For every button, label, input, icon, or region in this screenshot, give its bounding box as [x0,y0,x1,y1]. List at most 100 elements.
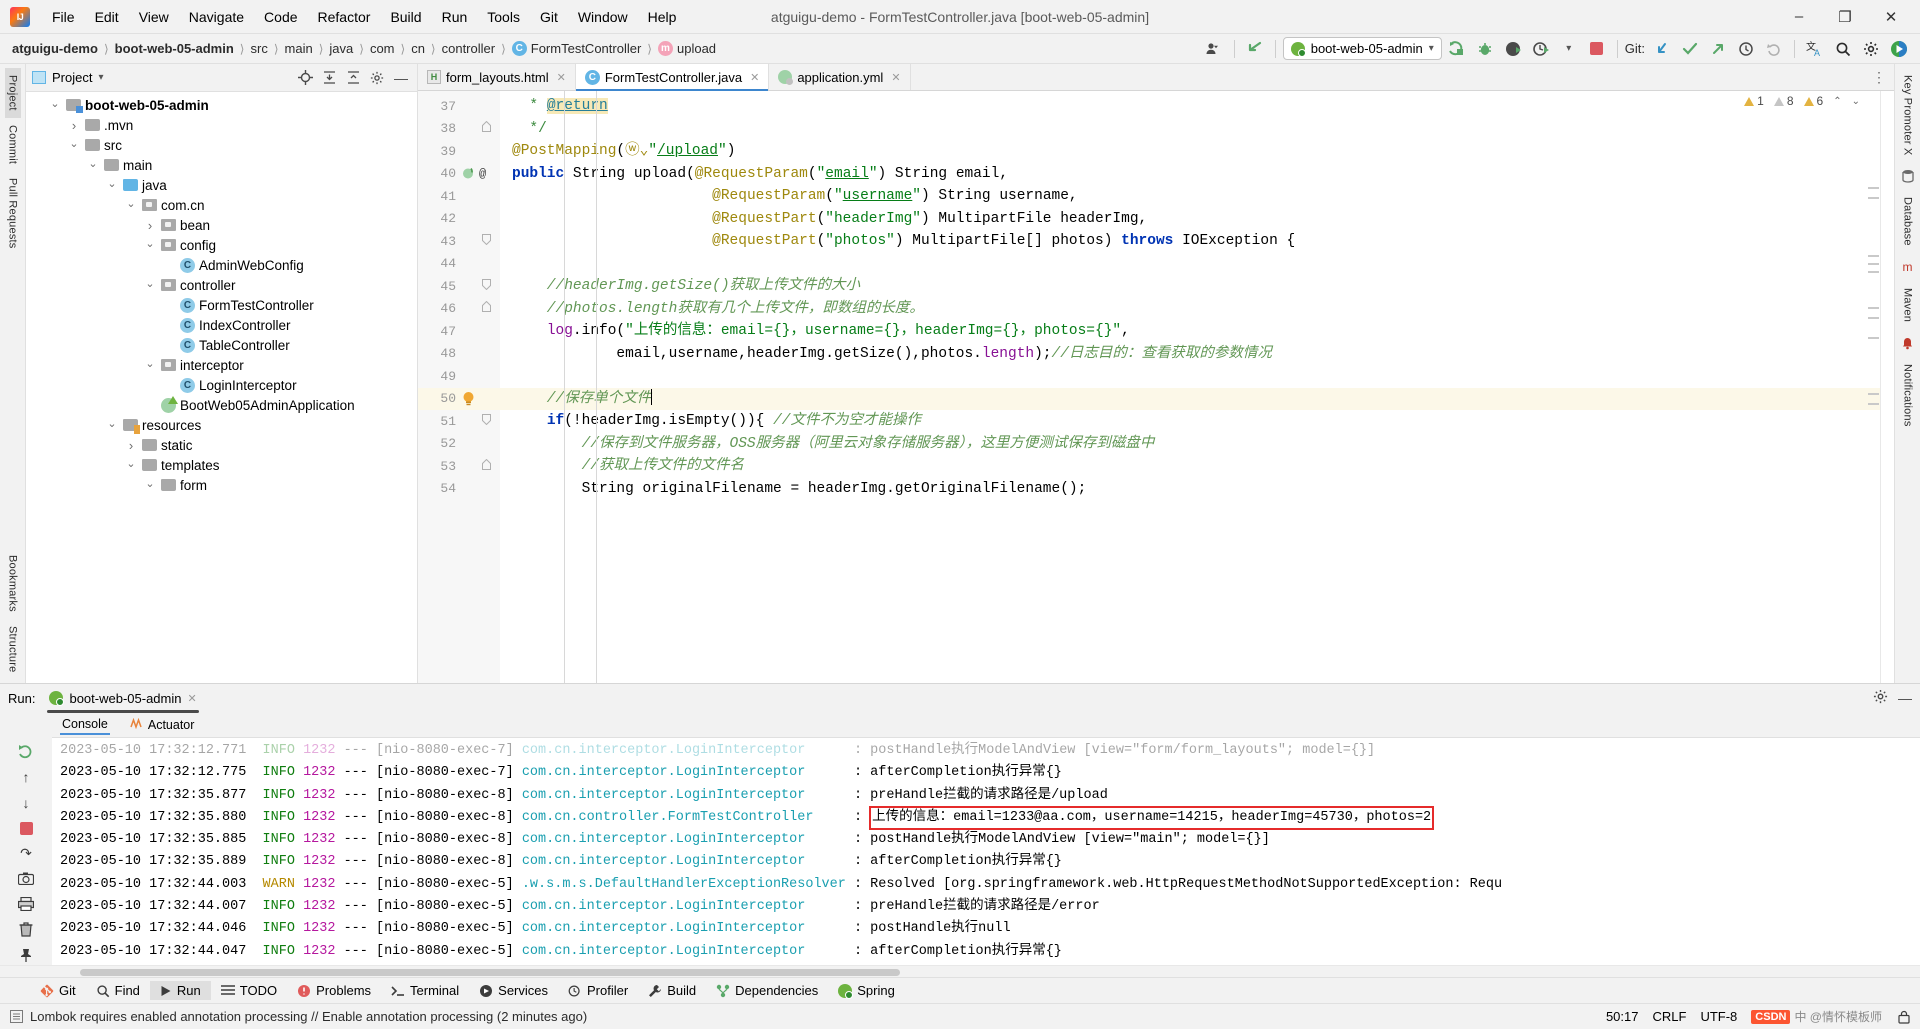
fold-end-icon[interactable] [482,121,491,136]
code-line[interactable]: //photos.length获取有几个上传文件，即数组的长度。 [500,298,1894,321]
menu-refactor[interactable]: Refactor [308,5,381,29]
chevron-down-icon[interactable]: ⌄ [124,197,138,210]
settings-icon[interactable] [1873,689,1888,707]
coverage-icon[interactable] [1500,37,1526,61]
fold-end-icon[interactable] [482,301,491,316]
tree-node[interactable]: ⌄ java [26,175,417,195]
menu-tools[interactable]: Tools [477,5,530,29]
close-icon[interactable]: ✕ [187,692,196,705]
chevron-down-icon[interactable]: ⌄ [67,137,81,150]
rail-tab-maven[interactable]: Maven [1900,281,1916,329]
fold-start-icon[interactable] [482,278,491,294]
chevron-down-icon[interactable]: ⌄ [105,177,119,190]
code-line[interactable]: if(!headerImg.isEmpty()){ //文件不为空才能操作 [500,410,1894,433]
bottom-tab-dependencies[interactable]: Dependencies [706,981,828,1000]
code-line[interactable]: * @return [500,95,1894,118]
gutter-line[interactable]: 43 [418,230,500,253]
inspection-status[interactable]: 1 8 6 ⌃ ⌄ [1740,93,1864,109]
code-line[interactable]: //保存到文件服务器，OSS服务器（阿里云对象存储服务器），这里方便测试保存到磁… [500,433,1894,456]
code-line[interactable]: //保存单个文件 [500,387,1894,410]
editor-tab-formtestcontroller[interactable]: C FormTestController.java ✕ [575,64,770,91]
menu-window[interactable]: Window [568,5,638,29]
bottom-tab-problems[interactable]: Problems [287,981,381,1000]
run-tab-boot-web-05-admin[interactable]: boot-web-05-admin ✕ [43,689,202,713]
gutter-line[interactable]: 46 [418,298,500,321]
gutter-line[interactable]: 48 [418,343,500,366]
menu-code[interactable]: Code [254,5,307,29]
expand-all-icon[interactable] [319,68,339,88]
search-everywhere-icon[interactable] [1830,37,1856,61]
project-tree[interactable]: ⌄ boot-web-05-admin › .mvn ⌄ src ⌄ main ⌄ java ⌄ co… [26,92,417,683]
hide-icon[interactable]: — [391,68,411,88]
close-button[interactable]: ✕ [1868,1,1914,33]
tree-node[interactable]: C FormTestController [26,295,417,315]
editor-tab-form-layouts[interactable]: H form_layouts.html ✕ [418,64,576,90]
console-output[interactable]: 2023-05-10 17:32:12.771 INFO 1232 --- [n… [52,738,1920,965]
breadcrumb-project[interactable]: atguigu-demo [8,39,102,58]
fold-start-icon[interactable] [482,233,491,249]
rail-tab-pull-requests[interactable]: Pull Requests [5,171,21,255]
notifications-icon[interactable] [1898,333,1918,353]
breadcrumb-controller[interactable]: controller [438,39,499,58]
gutter-line[interactable]: 47 [418,320,500,343]
hide-panel-icon[interactable]: — [1898,690,1912,706]
tree-node[interactable]: › bean [26,215,417,235]
gutter-line[interactable]: 38 [418,118,500,141]
fold-start-icon[interactable] [482,413,491,429]
profiler-icon[interactable] [1528,37,1554,61]
gutter-line[interactable]: 50 [418,387,500,410]
editor-tab-application-yml[interactable]: application.yml ✕ [769,64,911,90]
menu-navigate[interactable]: Navigate [179,5,254,29]
bottom-tab-profiler[interactable]: Profiler [558,981,638,1000]
lock-icon[interactable] [1896,1009,1912,1025]
chevron-down-icon[interactable]: ⌄ [143,237,157,250]
subtab-console[interactable]: Console [60,715,110,735]
code-line[interactable]: @RequestParam("username") String usernam… [500,185,1894,208]
tree-node[interactable]: ⌄ form [26,475,417,495]
code-line[interactable]: //获取上传文件的文件名 [500,455,1894,478]
inspection-warnings[interactable]: 1 [1744,94,1764,108]
breadcrumb-main[interactable]: main [281,39,317,58]
breadcrumb-class[interactable]: C FormTestController [508,39,646,58]
menu-edit[interactable]: Edit [85,5,129,29]
chevron-down-icon[interactable]: ⌄ [124,457,138,470]
chevron-down-icon[interactable]: ⌄ [143,357,157,370]
tree-node[interactable]: ⌄ src [26,135,417,155]
breadcrumb-module[interactable]: boot-web-05-admin [111,39,238,58]
translate-icon[interactable]: 文A [1802,37,1828,61]
gutter-line[interactable]: 51 [418,410,500,433]
tree-node[interactable]: ⌄ config [26,235,417,255]
back-arrow-icon[interactable] [1242,37,1268,61]
run-configuration-selector[interactable]: boot-web-05-admin ▾ [1282,37,1442,60]
bottom-tab-find[interactable]: Find [86,981,150,1000]
commit-icon[interactable] [1677,37,1703,61]
gutter-line[interactable]: 41 [418,185,500,208]
menu-build[interactable]: Build [380,5,431,29]
bottom-tab-terminal[interactable]: Terminal [381,981,469,1000]
close-icon[interactable]: ✕ [891,71,900,84]
chevron-down-icon[interactable]: ⌄ [143,277,157,290]
user-profile-icon[interactable] [1201,37,1227,61]
chevron-up-icon[interactable]: ⌃ [1833,96,1841,107]
debug-icon[interactable] [1472,37,1498,61]
gutter-line[interactable]: 52 [418,433,500,456]
rail-tab-database[interactable]: Database [1900,190,1916,253]
bottom-tab-services[interactable]: Services [469,981,558,1000]
breadcrumb-java[interactable]: java [325,39,357,58]
chevron-down-icon[interactable]: ⌄ [86,157,100,170]
settings-icon[interactable] [367,68,387,88]
code-line[interactable]: @RequestPart("headerImg") MultipartFile … [500,208,1894,231]
tree-node[interactable]: ⌄ templates [26,455,417,475]
gutter-line[interactable]: 39 [418,140,500,163]
clear-all-icon[interactable] [15,920,37,939]
chevron-down-icon[interactable]: ⌄ [143,477,157,490]
menu-view[interactable]: View [129,5,179,29]
status-message[interactable]: Lombok requires enabled annotation proce… [30,1009,587,1024]
tree-node[interactable]: › .mvn [26,115,417,135]
code-line[interactable]: public String upload(@RequestParam("emai… [500,163,1894,186]
inspection-weak-warnings[interactable]: 8 [1773,94,1794,108]
breadcrumb-com[interactable]: com [366,39,399,58]
rail-tab-structure[interactable]: Structure [5,619,21,679]
code-line[interactable]: @RequestPart("photos") MultipartFile[] p… [500,230,1894,253]
play-icon[interactable] [1886,37,1912,61]
